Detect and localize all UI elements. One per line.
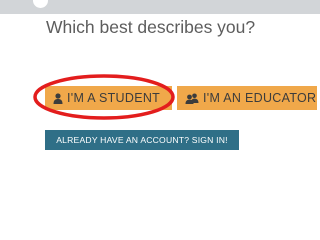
- educator-button-label: I'M AN EDUCATOR: [203, 91, 317, 105]
- student-button[interactable]: I'M A STUDENT: [45, 86, 172, 110]
- site-logo: [33, 0, 48, 8]
- page-question: Which best describes you?: [46, 17, 256, 37]
- top-banner: [0, 0, 320, 14]
- student-person-icon: [53, 88, 63, 112]
- educator-group-icon: [185, 88, 199, 112]
- signin-button[interactable]: ALREADY HAVE AN ACCOUNT? SIGN IN!: [45, 130, 239, 150]
- educator-button[interactable]: I'M AN EDUCATOR: [177, 86, 317, 110]
- student-button-label: I'M A STUDENT: [67, 91, 161, 105]
